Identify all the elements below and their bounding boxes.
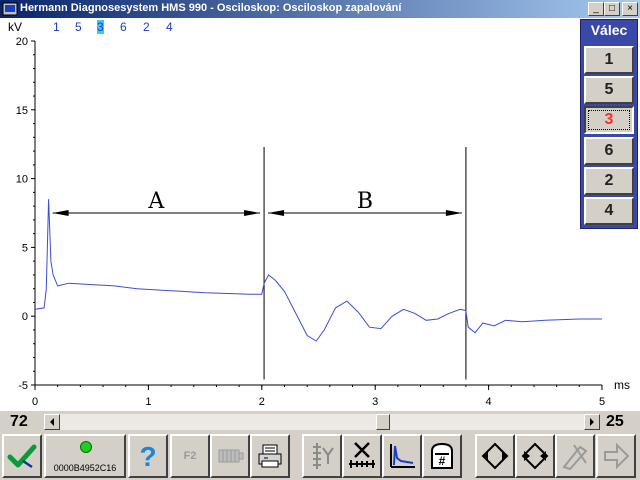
- toolbar: 0000B4952C16 ? F2 #: [0, 433, 640, 480]
- annotation-arrow-left: [52, 210, 69, 216]
- firing-order-3-selected: 3: [97, 20, 104, 34]
- connector-button[interactable]: [210, 434, 250, 478]
- x-tick-label: 0: [32, 396, 38, 408]
- print-button[interactable]: [250, 434, 290, 478]
- help-button[interactable]: ?: [128, 434, 168, 478]
- oscilloscope-window: Hermann Diagnosesystem HMS 990 - Oscilos…: [0, 0, 640, 480]
- annotation-arrow-left: [268, 210, 285, 216]
- cylinder-button-4[interactable]: 4: [584, 197, 634, 225]
- svg-text:?: ?: [139, 441, 156, 471]
- checkmark-icon: [7, 444, 37, 469]
- x-tick-label: 4: [486, 396, 492, 408]
- y-tick-label: 20: [16, 36, 28, 48]
- annotation-arrow-right: [445, 210, 462, 216]
- scope-chart: -5 0 5 10 15 20 0 1 2 3 4 5 ms A B: [16, 36, 630, 408]
- scope-display[interactable]: -5 0 5 10 15 20 0 1 2 3 4 5 ms A B kV 1 5 3 6 2 4: [0, 18, 640, 411]
- zoom-out-button[interactable]: [515, 434, 555, 478]
- firing-order-5: 2: [143, 20, 150, 34]
- y-axis-scale-icon: [313, 443, 334, 469]
- minimize-button[interactable]: _: [588, 2, 604, 16]
- disabled-tool-button[interactable]: [555, 434, 595, 478]
- expand-arrows-icon: [481, 442, 509, 470]
- x-scale-button[interactable]: [342, 434, 382, 478]
- y-tick-label: 0: [22, 311, 28, 323]
- cylinder-panel-title: Válec: [590, 22, 628, 38]
- x-axis-scale-icon: [349, 442, 375, 468]
- status-id-text: 0000B4952C16: [53, 463, 117, 473]
- cylinder-button-1[interactable]: 1: [584, 46, 634, 74]
- firing-order-6: 4: [166, 20, 173, 34]
- f2-label: F2: [183, 450, 197, 462]
- annotation-arrow-right: [244, 210, 261, 216]
- cylinder-button-3[interactable]: 3: [584, 106, 634, 134]
- svg-text:#: #: [439, 454, 446, 468]
- right-value-readout: 25: [606, 413, 624, 430]
- question-mark-icon: ?: [139, 441, 156, 471]
- annotation-label: A: [147, 189, 165, 214]
- x-tick-label: 3: [372, 396, 378, 408]
- zoom-in-button[interactable]: [475, 434, 515, 478]
- cylinder-panel: Válec 1 5 3 6 2 4: [580, 19, 638, 229]
- status-indicator-button[interactable]: 0000B4952C16: [44, 434, 126, 478]
- y-scale-button[interactable]: [302, 434, 342, 478]
- waveform-icon: [390, 444, 415, 468]
- x-tick-label: 1: [145, 396, 151, 408]
- waveform-button[interactable]: [382, 434, 422, 478]
- y-tick-label: 5: [22, 242, 28, 254]
- app-icon: [2, 2, 18, 16]
- x-unit-label: ms: [614, 378, 630, 392]
- y-tick-label: 15: [16, 105, 28, 117]
- x-tick-label: 5: [599, 396, 605, 408]
- grid-button[interactable]: #: [422, 434, 462, 478]
- y-unit-label: kV: [8, 20, 23, 34]
- left-value-readout: 72: [10, 413, 28, 430]
- arrow-right-icon: [590, 418, 594, 426]
- annotation-label: B: [357, 189, 373, 214]
- y-tick-label: 10: [16, 174, 28, 186]
- arrow-left-icon: [50, 418, 54, 426]
- close-button[interactable]: ×: [622, 2, 638, 16]
- scroll-right-button[interactable]: [584, 414, 600, 430]
- x-tick-label: 2: [259, 396, 265, 408]
- printer-icon: [258, 444, 282, 468]
- scroll-left-button[interactable]: [44, 414, 60, 430]
- cylinder-button-6[interactable]: 6: [584, 137, 634, 165]
- y-tick-label: -5: [18, 380, 28, 392]
- connector-icon: [218, 449, 244, 463]
- f2-button[interactable]: F2: [170, 434, 210, 478]
- title-bar: Hermann Diagnosesystem HMS 990 - Oscilos…: [0, 0, 640, 18]
- firing-order-1: 1: [53, 20, 60, 34]
- pen-icon: [562, 444, 588, 471]
- firing-order-2: 5: [75, 20, 82, 34]
- horizontal-scrollbar[interactable]: [44, 414, 600, 430]
- cylinder-button-2[interactable]: 2: [584, 167, 634, 195]
- collapse-arrows-icon: [521, 442, 549, 470]
- window-title: Hermann Diagnosesystem HMS 990 - Oscilos…: [20, 2, 402, 14]
- maximize-button[interactable]: □: [604, 2, 620, 16]
- grid-icon: #: [431, 442, 453, 469]
- ignition-trace: [34, 199, 602, 342]
- firing-order-4: 6: [120, 20, 127, 34]
- arrow-right-icon: [604, 442, 630, 470]
- scroll-thumb[interactable]: [376, 414, 391, 430]
- scroll-row: 72 25: [0, 411, 640, 431]
- next-button[interactable]: [596, 434, 636, 478]
- confirm-button[interactable]: [2, 434, 42, 478]
- status-led-icon: [80, 441, 92, 453]
- cylinder-button-5[interactable]: 5: [584, 76, 634, 104]
